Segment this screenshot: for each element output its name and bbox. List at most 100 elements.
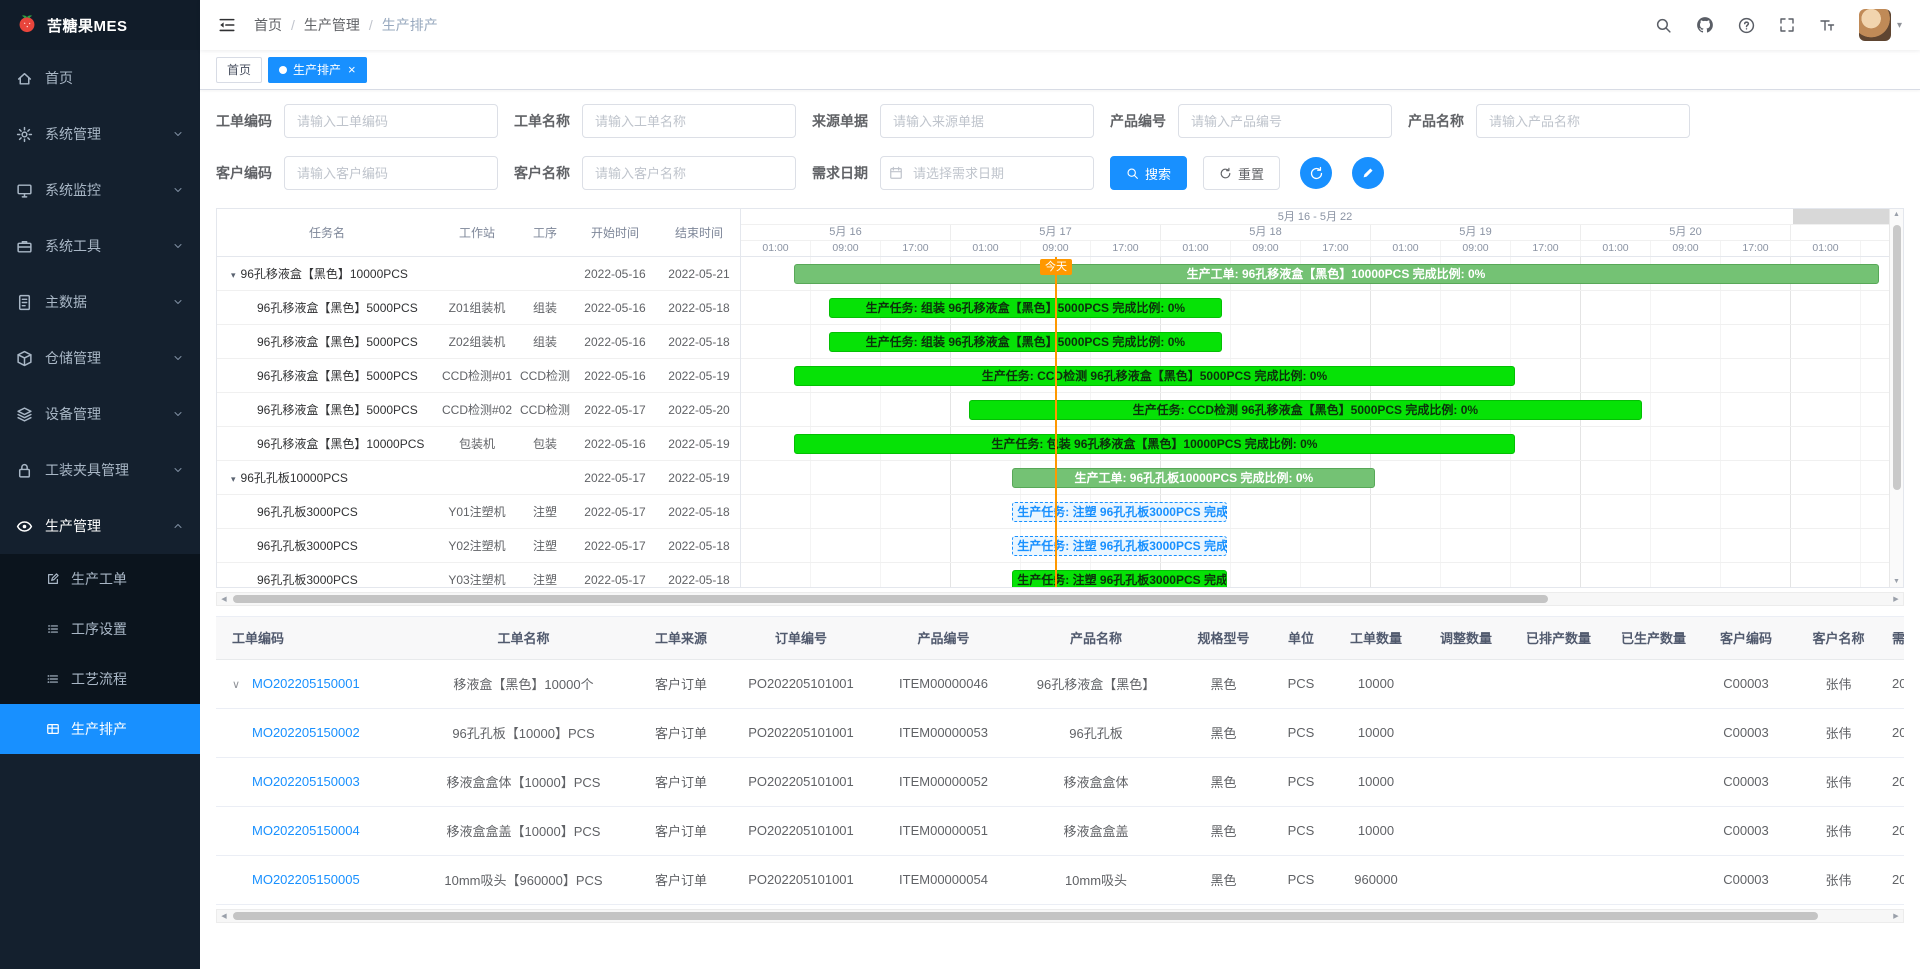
需求日期-input[interactable] (880, 156, 1094, 190)
app-logo[interactable]: 苦糖果MES (0, 0, 200, 50)
filter-input-wrap (582, 156, 796, 190)
reset-button[interactable]: 重置 (1203, 156, 1280, 190)
gantt-vertical-scrollbar[interactable]: ▲ ▼ (1889, 209, 1903, 587)
sidebar-item-masterdata[interactable]: 主数据 (0, 274, 200, 330)
orders-cell (1421, 806, 1511, 855)
sidebar-item-home[interactable]: 首页 (0, 50, 200, 106)
gantt-task-name: 96孔移液盒【黑色】10000PCS (217, 435, 437, 452)
scroll-right-icon[interactable]: ▶ (1889, 593, 1903, 605)
task-name-text: 96孔孔板3000PCS (257, 505, 358, 519)
scroll-right-icon[interactable]: ▶ (1889, 910, 1903, 922)
orders-row[interactable]: MO202205150003移液盒盒体【10000】PCS客户订单PO20220… (216, 757, 1904, 806)
task-name-text: 96孔移液盒【黑色】5000PCS (257, 301, 418, 315)
sidebar-item-system[interactable]: 系统管理 (0, 106, 200, 162)
产品名称-input[interactable] (1476, 104, 1690, 138)
gantt-task-bar[interactable]: 生产任务: 注塑 96孔孔板3000PCS 完成比例: 0% (1012, 570, 1226, 587)
来源单据-input[interactable] (880, 104, 1094, 138)
gantt-task-bar[interactable]: 生产任务: CCD检测 96孔移液盒【黑色】5000PCS 完成比例: 0% (794, 366, 1516, 386)
horizontal-scroll-thumb[interactable] (233, 912, 1818, 920)
tab-生产排产[interactable]: 生产排产× (268, 57, 367, 83)
orders-column-header: 单位 (1271, 617, 1331, 659)
sidebar-item-monitor[interactable]: 系统监控 (0, 162, 200, 218)
task-name-text: 96孔移液盒【黑色】10000PCS (241, 267, 408, 281)
orders-row[interactable]: ∨MO202205150001移液盒【黑色】10000个客户订单PO202205… (216, 659, 1904, 708)
hamburger-icon[interactable] (218, 16, 236, 34)
filter-label: 客户名称 (514, 163, 570, 183)
gantt-task-row[interactable]: ▾96孔孔板10000PCS2022-05-172022-05-19 (217, 461, 740, 495)
font-size-icon[interactable] (1819, 17, 1835, 33)
tab-首页[interactable]: 首页 (216, 57, 262, 83)
edit-button[interactable] (1352, 157, 1384, 189)
客户名称-input[interactable] (582, 156, 796, 190)
scroll-left-icon[interactable]: ◀ (217, 910, 231, 922)
gantt-task-bar[interactable]: 生产任务: 组装 96孔移液盒【黑色】5000PCS 完成比例: 0% (829, 298, 1223, 318)
work-order-link[interactable]: MO202205150002 (252, 725, 360, 740)
gantt-task-bar[interactable]: 生产任务: CCD检测 96孔移液盒【黑色】5000PCS 完成比例: 0% (969, 400, 1643, 420)
vertical-scroll-thumb[interactable] (1893, 225, 1901, 490)
gantt-task-bar[interactable]: 生产任务: 注塑 96孔孔板3000PCS 完成比例: 0% (1012, 502, 1226, 522)
fullscreen-icon[interactable] (1779, 17, 1795, 33)
work-order-link[interactable]: MO202205150004 (252, 823, 360, 838)
question-icon[interactable] (1738, 17, 1755, 34)
gantt-task-cell: 2022-05-16 (573, 369, 657, 383)
sidebar-item-route[interactable]: 工艺流程 (0, 654, 200, 704)
search-icon[interactable] (1655, 17, 1672, 34)
github-icon[interactable] (1696, 16, 1714, 34)
table-horizontal-scrollbar[interactable]: ◀ ▶ (216, 909, 1904, 923)
orders-cell: 张伟 (1791, 659, 1886, 708)
gantt-workorder-bar[interactable]: 生产工单: 96孔孔板10000PCS 完成比例: 0% (1012, 468, 1375, 488)
gantt-horizontal-scrollbar[interactable]: ◀ ▶ (216, 592, 1904, 606)
gantt-task-row[interactable]: 96孔孔板3000PCSY02注塑机注塑2022-05-172022-05-18 (217, 529, 740, 563)
工单编码-input[interactable] (284, 104, 498, 138)
sidebar-item-warehouse[interactable]: 仓储管理 (0, 330, 200, 386)
breadcrumb-item[interactable]: 生产管理 (304, 15, 360, 35)
gantt-workorder-bar[interactable]: 生产工单: 96孔移液盒【黑色】10000PCS 完成比例: 0% (794, 264, 1879, 284)
work-order-link[interactable]: MO202205150003 (252, 774, 360, 789)
scroll-left-icon[interactable]: ◀ (217, 593, 231, 605)
sidebar-item-workorder[interactable]: 生产工单 (0, 554, 200, 604)
gantt-task-row[interactable]: 96孔移液盒【黑色】10000PCS包装机包装2022-05-162022-05… (217, 427, 740, 461)
orders-row[interactable]: MO202205150004移液盒盒盖【10000】PCS客户订单PO20220… (216, 806, 1904, 855)
sidebar-menu: 首页系统管理系统监控系统工具主数据仓储管理设备管理工装夹具管理生产管理生产工单工… (0, 50, 200, 754)
gantt-task-row[interactable]: 96孔孔板3000PCSY01注塑机注塑2022-05-172022-05-18 (217, 495, 740, 529)
filter-input-wrap (284, 156, 498, 190)
gantt-task-bar[interactable]: 生产任务: 包装 96孔移液盒【黑色】10000PCS 完成比例: 0% (794, 434, 1516, 454)
sidebar-item-fixture[interactable]: 工装夹具管理 (0, 442, 200, 498)
work-order-link[interactable]: MO202205150005 (252, 872, 360, 887)
close-icon[interactable]: × (348, 63, 356, 76)
gantt-task-row[interactable]: 96孔移液盒【黑色】5000PCSCCD检测#02CCD检测2022-05-17… (217, 393, 740, 427)
sidebar-item-label: 仓储管理 (45, 348, 101, 368)
horizontal-scroll-thumb[interactable] (233, 595, 1548, 603)
sidebar-item-schedule[interactable]: 生产排产 (0, 704, 200, 754)
gantt-task-row[interactable]: 96孔孔板3000PCSY03注塑机注塑2022-05-172022-05-18 (217, 563, 740, 587)
caret-down-icon: ▾ (1897, 20, 1902, 31)
orders-cell: 移液盒【黑色】10000个 (416, 659, 631, 708)
work-order-link[interactable]: MO202205150001 (252, 676, 360, 691)
gantt-task-row[interactable]: 96孔移液盒【黑色】5000PCSZ01组装机组装2022-05-162022-… (217, 291, 740, 325)
tree-expand-icon[interactable]: ▾ (231, 270, 236, 280)
row-expand-icon[interactable]: ∨ (232, 678, 252, 691)
scroll-up-icon[interactable]: ▲ (1890, 211, 1903, 218)
search-button[interactable]: 搜索 (1110, 156, 1187, 190)
sidebar-item-tools[interactable]: 系统工具 (0, 218, 200, 274)
gantt-task-row[interactable]: ▾96孔移液盒【黑色】10000PCS2022-05-162022-05-21 (217, 257, 740, 291)
gantt-task-bar[interactable]: 生产任务: 注塑 96孔孔板3000PCS 完成比例: 0% (1012, 536, 1226, 556)
avatar[interactable] (1859, 9, 1891, 41)
breadcrumb-item[interactable]: 首页 (254, 15, 282, 35)
客户编码-input[interactable] (284, 156, 498, 190)
filter-input-wrap (880, 156, 1094, 190)
gantt-task-row[interactable]: 96孔移液盒【黑色】5000PCSZ02组装机组装2022-05-162022-… (217, 325, 740, 359)
产品编号-input[interactable] (1178, 104, 1392, 138)
sidebar-item-process[interactable]: 工序设置 (0, 604, 200, 654)
orders-row[interactable]: MO20220515000510mm吸头【960000】PCS客户订单PO202… (216, 855, 1904, 904)
orders-row[interactable]: MO20220515000296孔孔板【10000】PCS客户订单PO20220… (216, 708, 1904, 757)
tree-expand-icon[interactable]: ▾ (231, 474, 236, 484)
工单名称-input[interactable] (582, 104, 796, 138)
sidebar-item-production[interactable]: 生产管理 (0, 498, 200, 554)
sidebar-item-device[interactable]: 设备管理 (0, 386, 200, 442)
gantt-task-row[interactable]: 96孔移液盒【黑色】5000PCSCCD检测#01CCD检测2022-05-16… (217, 359, 740, 393)
sync-button[interactable] (1300, 157, 1332, 189)
gantt-task-bar[interactable]: 生产任务: 组装 96孔移液盒【黑色】5000PCS 完成比例: 0% (829, 332, 1223, 352)
scroll-down-icon[interactable]: ▼ (1890, 578, 1903, 585)
user-menu[interactable]: ▾ (1859, 9, 1902, 41)
